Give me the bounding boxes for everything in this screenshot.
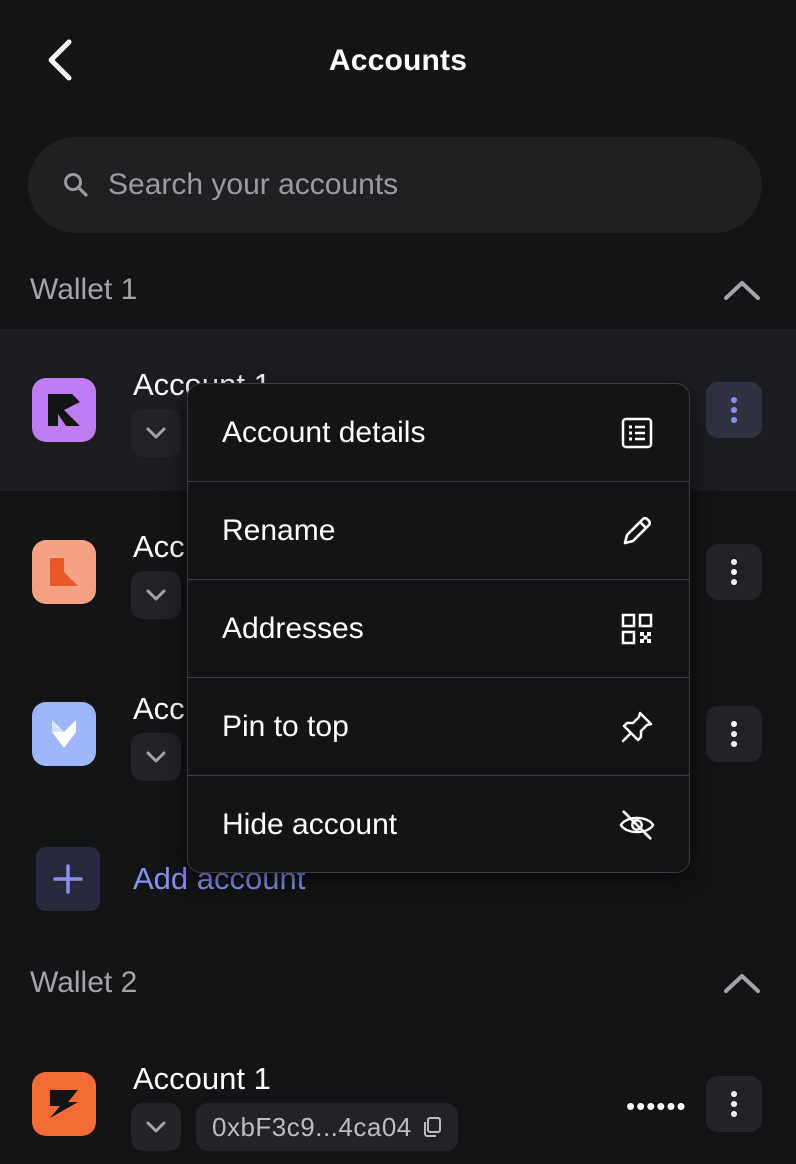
plus-icon xyxy=(36,847,100,911)
wallet-header: Wallet 1 xyxy=(0,258,796,322)
account-options-button[interactable] xyxy=(706,1076,762,1132)
account-logo-icon xyxy=(50,1090,78,1118)
search-icon xyxy=(62,171,90,199)
expand-account-button[interactable] xyxy=(131,571,181,619)
expand-account-button[interactable] xyxy=(131,733,181,781)
chevron-down-icon xyxy=(146,751,166,763)
menu-item-label: Pin to top xyxy=(222,709,349,743)
eye-off-icon xyxy=(619,807,655,843)
header: Accounts xyxy=(0,0,796,124)
menu-item-label: Hide account xyxy=(222,808,398,841)
chevron-down-icon xyxy=(146,427,166,439)
menu-item-addresses[interactable]: Addresses xyxy=(188,580,689,678)
wallet-header: Wallet 2 xyxy=(0,951,796,1015)
account-name: Acc xyxy=(133,691,185,726)
pencil-icon xyxy=(619,513,655,549)
chevron-down-icon xyxy=(146,1121,166,1133)
pin-icon xyxy=(619,709,655,745)
account-options-button[interactable] xyxy=(706,706,762,762)
menu-item-pin-to-top[interactable]: Pin to top xyxy=(188,678,689,776)
account-context-menu: Account details Rename Addresses Pin to … xyxy=(187,383,690,873)
avatar xyxy=(32,1072,96,1136)
chevron-up-icon xyxy=(724,281,760,300)
menu-item-hide-account[interactable]: Hide account xyxy=(188,776,689,872)
account-logo-icon xyxy=(48,394,80,426)
copy-icon xyxy=(422,1116,442,1138)
account-name: Account 1 xyxy=(133,1061,271,1096)
account-options-button[interactable] xyxy=(706,382,762,438)
menu-item-account-details[interactable]: Account details xyxy=(188,384,689,482)
masked-balance: •••••• xyxy=(626,1091,687,1121)
wallet-title: Wallet 1 xyxy=(30,273,138,306)
menu-item-label: Addresses xyxy=(222,611,364,645)
page-title: Accounts xyxy=(328,44,468,77)
account-options-button[interactable] xyxy=(706,544,762,600)
search-input[interactable] xyxy=(108,168,668,202)
collapse-wallet-button[interactable] xyxy=(718,959,766,1007)
expand-account-button[interactable] xyxy=(131,1103,181,1151)
avatar xyxy=(32,702,96,766)
menu-item-label: Rename xyxy=(222,513,336,547)
avatar xyxy=(32,540,96,604)
chevron-down-icon xyxy=(146,589,166,601)
qr-code-icon xyxy=(619,611,655,647)
more-vertical-icon xyxy=(731,397,737,423)
account-address: 0xbF3c9...4ca04 xyxy=(212,1111,412,1142)
avatar xyxy=(32,378,96,442)
account-logo-icon xyxy=(50,558,78,586)
menu-item-label: Account details xyxy=(222,415,426,449)
chevron-up-icon xyxy=(724,974,760,993)
more-vertical-icon xyxy=(731,1091,737,1117)
account-row[interactable]: Account 1 0xbF3c9...4ca04 •••••• xyxy=(0,1023,796,1164)
account-logo-icon xyxy=(52,720,76,748)
address-chip[interactable]: 0xbF3c9...4ca04 xyxy=(196,1103,458,1151)
wallet-title: Wallet 2 xyxy=(30,966,138,999)
collapse-wallet-button[interactable] xyxy=(718,266,766,314)
more-vertical-icon xyxy=(731,721,737,747)
more-vertical-icon xyxy=(731,559,737,585)
list-details-icon xyxy=(619,415,655,451)
menu-item-rename[interactable]: Rename xyxy=(188,482,689,580)
expand-account-button[interactable] xyxy=(131,409,181,457)
account-name: Acc xyxy=(133,529,185,564)
search-bar xyxy=(28,137,762,233)
